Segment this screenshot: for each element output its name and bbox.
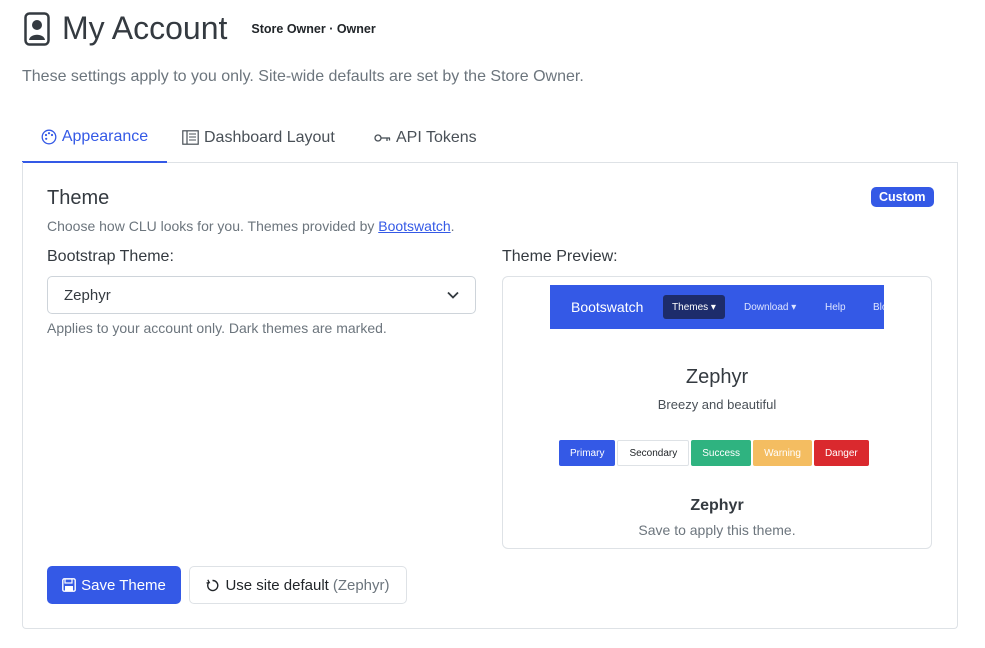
preview-buttons: Primary Secondary Success Warning Danger <box>559 440 869 466</box>
theme-select-value: Zephyr <box>64 286 111 304</box>
theme-help-text: Applies to your account only. Dark theme… <box>47 320 387 336</box>
preview-subtitle: Breezy and beautiful <box>657 397 777 412</box>
use-site-default-label: Use site default <box>225 576 329 594</box>
preview-navbar: Bootswatch Themes ▾ Download ▾ Help Blog <box>550 285 884 329</box>
theme-preview: Bootswatch Themes ▾ Download ▾ Help Blog… <box>502 276 932 549</box>
section-description: Choose how CLU looks for you. Themes pro… <box>47 218 455 234</box>
save-theme-label: Save Theme <box>81 576 166 594</box>
preview-nav-item-label: Download <box>744 302 789 313</box>
preview-save-hint: Save to apply this theme. <box>638 522 796 538</box>
preview-title: Zephyr <box>685 366 749 388</box>
save-icon <box>62 578 77 592</box>
description-end: . <box>450 218 455 234</box>
tab-bar: Appearance Dashboard Layout API Tokens <box>22 113 958 163</box>
theme-select-label: Bootstrap Theme: <box>47 248 174 265</box>
description-text: Choose how CLU looks for you. Themes pro… <box>47 218 379 234</box>
tab-label: Dashboard Layout <box>204 128 335 146</box>
palette-icon <box>41 129 57 145</box>
save-theme-button[interactable]: Save Theme <box>47 566 181 604</box>
theme-preview-label: Theme Preview: <box>502 248 618 265</box>
section-title: Theme <box>47 187 110 209</box>
tab-dashboard-layout[interactable]: Dashboard Layout <box>182 113 335 162</box>
chevron-down-icon <box>447 291 459 299</box>
tab-label: Appearance <box>61 128 149 145</box>
page-header: My Account Store Owner · Owner <box>22 10 376 47</box>
tab-label: API Tokens <box>396 128 477 146</box>
preview-button-primary: Primary <box>559 440 616 466</box>
tab-api-tokens[interactable]: API Tokens <box>374 113 477 162</box>
preview-button-warning: Warning <box>753 440 812 466</box>
theme-select[interactable]: Zephyr <box>47 276 476 314</box>
bootswatch-link[interactable]: Bootswatch <box>378 218 450 234</box>
custom-badge: Custom <box>871 187 934 207</box>
use-site-default-button[interactable]: Use site default (Zephyr) <box>189 566 407 604</box>
preview-button-secondary: Secondary <box>617 440 690 466</box>
preview-nav-active: Themes ▾ <box>663 295 725 319</box>
preview-button-success: Success <box>691 440 752 466</box>
reset-icon <box>206 578 219 591</box>
page-subtitle: These settings apply to you only. Site-w… <box>22 68 584 85</box>
layout-icon <box>182 130 199 145</box>
key-icon <box>374 133 391 142</box>
preview-nav-active-label: Themes <box>672 301 709 313</box>
preview-nav-item: Help <box>825 302 846 313</box>
site-default-value: (Zephyr) <box>332 576 390 594</box>
preview-brand: Bootswatch <box>571 299 644 315</box>
preview-theme-name: Zephyr <box>690 497 744 514</box>
tab-appearance[interactable]: Appearance <box>22 113 167 163</box>
preview-nav-item: Blog <box>873 302 884 313</box>
user-role: Store Owner · Owner <box>251 21 376 36</box>
account-badge-icon <box>22 11 52 47</box>
preview-button-danger: Danger <box>813 440 869 466</box>
preview-nav-item: Download ▾ <box>744 302 797 313</box>
page-title: My Account <box>62 10 228 46</box>
